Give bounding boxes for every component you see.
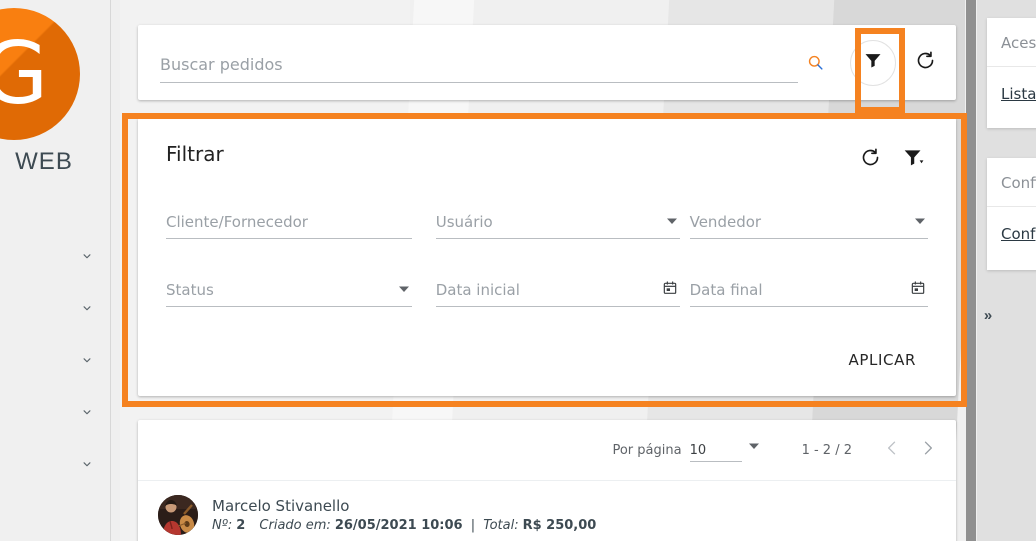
scrollbar-thumb[interactable] [966, 0, 976, 541]
caret-down-icon [914, 214, 926, 232]
order-total-label: Total: [483, 517, 519, 533]
right-panel-card-access: Acess Lista [987, 18, 1036, 128]
search-icon[interactable] [798, 46, 832, 80]
caret-down-icon [666, 214, 678, 232]
order-created-label: Criado em: [259, 517, 331, 533]
field-label: Data final [689, 281, 763, 299]
logo-letter: G [0, 8, 80, 140]
prev-page-button[interactable] [882, 438, 902, 463]
order-meta-separator: | [470, 517, 476, 533]
order-customer-name: Marcelo Stivanello [212, 496, 350, 515]
right-panel-card-config: Confi Conf [987, 158, 1036, 270]
sidebar-item-0[interactable] [0, 230, 110, 282]
calendar-icon[interactable] [662, 280, 678, 301]
field-label: Cliente/Fornecedor [166, 213, 308, 231]
chevron-down-icon [80, 457, 94, 471]
right-card-link[interactable]: Lista [987, 67, 1036, 103]
caret-down-icon [748, 439, 760, 457]
calendar-icon[interactable] [910, 280, 926, 301]
next-page-button[interactable] [918, 438, 938, 463]
filter-panel: Filtrar Cliente/Fornecedor Usuário Vende… [138, 118, 956, 396]
logo-text: WEB [15, 148, 73, 175]
sidebar-item-3[interactable]: es [0, 386, 110, 438]
funnel-dropdown-icon[interactable] [903, 146, 928, 173]
chevron-down-icon [80, 353, 94, 367]
page-range-label: 1 - 2 / 2 [801, 442, 852, 458]
order-number-label: Nº: [212, 517, 233, 533]
sidebar-menu: ões es [0, 230, 110, 490]
main-content: Buscar pedidos Filtrar Cliente/Fornecedo… [110, 0, 965, 541]
field-data-inicial[interactable]: Data inicial [435, 280, 680, 307]
right-card-title: Confi [1001, 174, 1036, 192]
search-card: Buscar pedidos [138, 25, 956, 100]
sidebar-item-1[interactable]: ões [0, 282, 110, 334]
vertical-scrollbar[interactable] [965, 0, 977, 541]
pagination: Por página 10 1 - 2 / 2 [138, 420, 956, 481]
sidebar-item-4[interactable] [0, 438, 110, 490]
funnel-icon [863, 50, 883, 75]
filter-refresh-button[interactable] [860, 147, 881, 173]
field-status[interactable]: Status [166, 281, 412, 307]
per-page-label: Por página [612, 442, 682, 458]
caret-down-icon [398, 282, 410, 300]
filter-panel-title: Filtrar [166, 142, 224, 166]
filter-toggle-button[interactable] [850, 39, 896, 86]
right-panel: Acess Lista Confi Conf » [977, 0, 1036, 541]
app-logo[interactable]: G [0, 8, 80, 140]
sidebar-item-2[interactable] [0, 334, 110, 386]
avatar [158, 495, 198, 535]
filter-row-2: Status Data inicial Data final [166, 281, 928, 307]
double-chevron-right-icon[interactable]: » [977, 303, 999, 327]
order-number-value: 2 [236, 517, 246, 533]
search-placeholder: Buscar pedidos [160, 54, 283, 74]
refresh-button[interactable] [908, 46, 942, 80]
field-data-final[interactable]: Data final [689, 280, 928, 307]
field-cliente-fornecedor[interactable]: Cliente/Fornecedor [166, 213, 412, 239]
order-meta: Nº: 2 Criado em: 26/05/2021 10:06 | Total:… [212, 516, 596, 535]
orders-list-card: Por página 10 1 - 2 / 2 Marcelo Stivanel… [138, 420, 956, 541]
left-sidebar: G WEB ões es [0, 0, 111, 541]
field-usuario[interactable]: Usuário [435, 213, 680, 239]
search-input[interactable]: Buscar pedidos [160, 43, 798, 83]
apply-button[interactable]: APLICAR [841, 345, 924, 375]
right-card-link[interactable]: Conf [987, 207, 1036, 243]
right-card-title: Acess [1001, 34, 1036, 52]
chevron-down-icon [80, 301, 94, 315]
field-vendedor[interactable]: Vendedor [689, 213, 928, 239]
per-page-select[interactable]: 10 [689, 439, 760, 462]
field-label: Data inicial [435, 281, 520, 299]
refresh-icon [915, 50, 936, 76]
chevron-down-icon [80, 405, 94, 419]
field-label: Usuário [435, 213, 493, 231]
chevron-down-icon [80, 249, 94, 263]
order-total-value: R$ 250,00 [522, 517, 597, 533]
field-label: Vendedor [689, 213, 762, 231]
filter-row-1: Cliente/Fornecedor Usuário Vendedor [166, 213, 928, 239]
per-page-value: 10 [689, 443, 742, 462]
order-created-value: 26/05/2021 10:06 [334, 517, 463, 533]
table-row[interactable]: Marcelo Stivanello Nº: 2 Criado em: 26/05/… [138, 481, 956, 535]
field-label: Status [166, 281, 214, 299]
